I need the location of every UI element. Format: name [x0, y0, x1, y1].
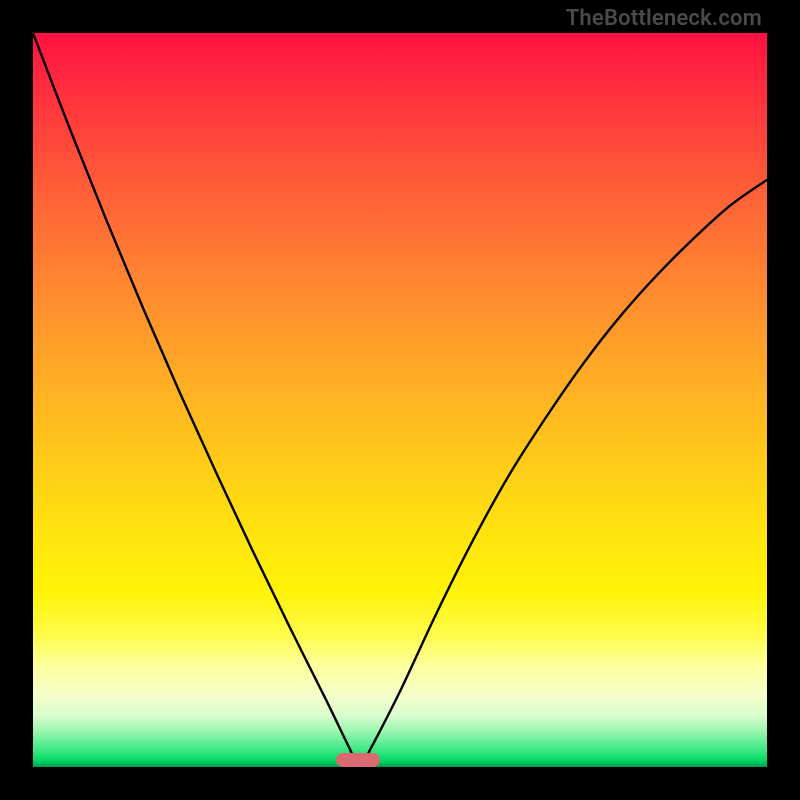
minimum-marker	[336, 753, 380, 767]
chart-frame: TheBottleneck.com	[0, 0, 800, 800]
watermark-text: TheBottleneck.com	[566, 6, 762, 31]
bottleneck-curve	[33, 33, 767, 767]
